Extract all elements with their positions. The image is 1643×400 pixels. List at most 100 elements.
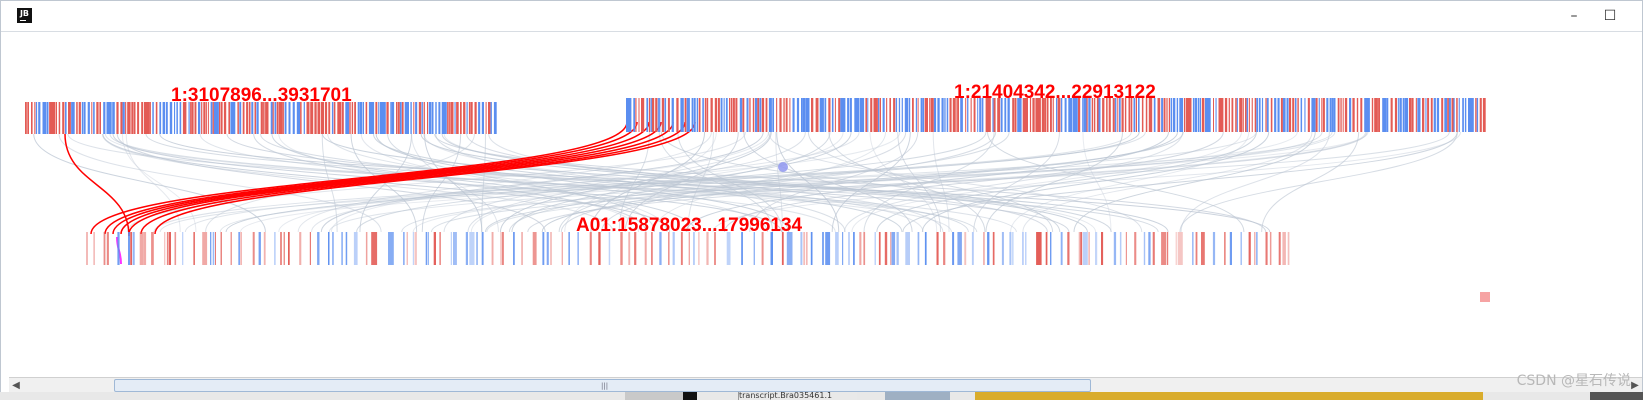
gene-block <box>106 232 109 265</box>
gene-block <box>1060 232 1063 265</box>
pink-square-marker <box>1480 292 1490 302</box>
gene-block <box>949 98 952 132</box>
gene-block <box>765 98 768 132</box>
gene-block <box>27 102 29 134</box>
gene-block <box>890 232 892 265</box>
gene-block <box>62 102 65 134</box>
gene-block <box>641 98 645 132</box>
gene-block <box>854 98 860 132</box>
gene-block <box>698 98 701 132</box>
watermark: CSDN @星石传说 <box>1516 373 1631 389</box>
gene-block <box>81 102 84 134</box>
gene-block <box>723 98 725 132</box>
status-tab[interactable]: transcript.Bra035461.1 <box>738 392 857 400</box>
gene-block <box>725 98 728 132</box>
jetbrains-app-icon: JB <box>17 8 32 23</box>
gene-block <box>500 232 502 265</box>
gene-block <box>96 102 99 134</box>
gene-block <box>485 102 487 134</box>
gene-block <box>893 98 896 132</box>
scroll-left-icon[interactable]: ◀ <box>9 378 23 393</box>
gene-block <box>1179 98 1184 132</box>
horizontal-scrollbar[interactable]: ◀ ||| ▶ <box>9 377 1642 393</box>
gene-block <box>1371 98 1374 132</box>
gene-block <box>441 102 447 134</box>
synteny-viewer-window: JB – ☐ 1:3107896...3931701 1:21404342...… <box>0 0 1643 400</box>
gene-block <box>1337 98 1340 132</box>
synteny-canvas[interactable]: 1:3107896...3931701 1:21404342...2291312… <box>9 32 1642 377</box>
gene-block <box>1201 98 1205 132</box>
gene-block <box>661 98 665 132</box>
gene-block <box>1166 232 1169 265</box>
gene-block <box>1451 98 1454 132</box>
gene-block <box>886 98 888 132</box>
gene-block <box>202 232 208 265</box>
gene-block <box>1278 232 1281 265</box>
gene-block <box>933 98 937 132</box>
synteny-plot[interactable] <box>9 32 1642 377</box>
gene-block <box>1242 98 1244 132</box>
gene-block <box>252 232 255 265</box>
gene-block <box>1261 98 1264 132</box>
gene-block <box>149 102 151 134</box>
gene-block <box>1266 98 1269 132</box>
gene-block <box>819 98 824 132</box>
gene-block <box>865 98 868 132</box>
gene-block <box>671 98 674 132</box>
gene-block <box>895 98 898 132</box>
gene-block <box>834 98 836 132</box>
gene-block <box>1425 98 1427 132</box>
gene-block <box>468 102 471 134</box>
maximize-icon[interactable]: ☐ <box>1598 6 1622 26</box>
gene-block <box>1173 98 1176 132</box>
gene-block <box>1318 98 1320 132</box>
minimize-icon[interactable]: – <box>1562 6 1586 26</box>
gene-block <box>1360 98 1363 132</box>
gene-block <box>438 102 441 134</box>
gene-block <box>542 232 545 265</box>
gene-block <box>65 102 67 134</box>
gene-block <box>103 102 106 134</box>
gene-block <box>796 98 800 132</box>
gene-block <box>944 98 946 132</box>
gene-block <box>1349 98 1352 132</box>
gene-block <box>31 102 33 134</box>
gene-block <box>853 232 855 265</box>
gene-block <box>1218 98 1224 132</box>
gene-block <box>283 232 285 265</box>
gene-block <box>1297 98 1299 132</box>
gene-block <box>842 232 844 265</box>
gene-block <box>824 98 827 132</box>
gene-block <box>633 98 635 132</box>
gene-block <box>964 232 967 265</box>
gene-block <box>309 232 311 265</box>
gene-block <box>792 98 795 132</box>
scrollbar-thumb[interactable]: ||| <box>114 379 1091 392</box>
gene-block <box>42 102 47 134</box>
cursor-dot <box>778 162 788 172</box>
gene-block <box>25 102 27 134</box>
gene-block <box>924 232 927 265</box>
gene-block <box>220 232 222 265</box>
gene-block <box>404 102 409 134</box>
gene-block <box>1078 232 1081 265</box>
gene-block <box>772 98 774 132</box>
gene-block <box>1436 98 1440 132</box>
gene-block <box>371 232 378 265</box>
gene-block <box>139 232 144 265</box>
gene-block <box>730 98 733 132</box>
gene-block <box>815 98 819 132</box>
gene-block <box>396 102 397 134</box>
gene-block <box>810 232 813 265</box>
gene-block <box>680 98 684 132</box>
gene-block <box>1176 98 1179 132</box>
gene-block <box>1269 232 1272 265</box>
background-taskbar-strip: transcript.Bra035461.1 <box>0 392 1643 400</box>
gene-block <box>1239 98 1242 132</box>
gene-block <box>720 98 723 132</box>
gene-block <box>1464 98 1467 132</box>
gene-block <box>469 232 475 265</box>
gene-block <box>638 98 640 132</box>
gene-block <box>650 98 652 132</box>
gene-block <box>823 98 825 132</box>
